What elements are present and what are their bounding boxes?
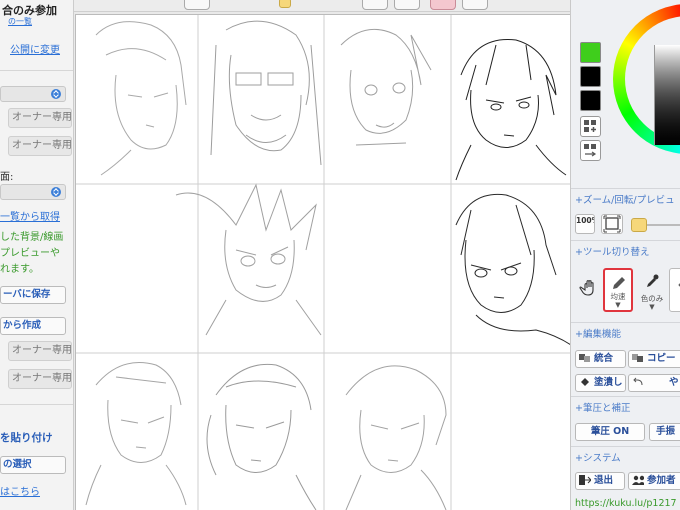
fit-screen-button[interactable] [601,214,623,234]
get-from-list-link[interactable]: 一覧から取得 [0,208,60,223]
owner-only-field-2: オーナー専用 [8,136,72,156]
sketch-grid [76,15,571,510]
make-public-link[interactable]: 公開に変更 [10,41,60,56]
divider [571,322,680,323]
drawing-canvas[interactable] [75,14,571,510]
app-root: 合のみ参加 の一覧 公開に変更 オーナー専用 オーナー専用 面: 一覧から取得 … [0,0,680,510]
sketch-face-6 [455,193,571,346]
undo-edit-button[interactable]: や [628,374,680,392]
sketch-face-8 [206,363,317,510]
sketch-face-3 [340,28,432,146]
setting-select-2[interactable] [0,184,66,200]
swap-grid-icon [584,144,597,157]
rotate-left-button[interactable] [184,0,210,10]
note-line-3: れます。 [0,264,39,275]
fill-label: 塗潰し [594,377,623,388]
users-icon [632,475,644,485]
color-swatch-black-2[interactable] [580,90,601,111]
eraser-tool[interactable]: 円 [669,268,680,312]
pressure-on-button[interactable]: 筆圧 ON [575,423,645,441]
play-button[interactable] [462,0,488,10]
merge-icon [579,353,590,362]
note-line-2: プレビューや [0,248,60,259]
merge-button[interactable]: 統合 [575,350,626,368]
pen-icon [613,277,625,289]
edit-section-header[interactable]: +編集機能 [575,326,621,340]
list-sublink[interactable]: の一覧 [8,16,32,27]
color-swatch-black-1[interactable] [580,66,601,87]
fill-button[interactable]: 塗潰し [575,374,626,392]
section-label: 面: [0,172,14,183]
owner-only-field-3: オーナー専用 [8,341,72,361]
room-url[interactable]: https://kuku.lu/p1217 [575,498,677,509]
sketch-face-4 [455,38,567,181]
copy-label: コピー [647,353,676,364]
undo-icon [633,377,643,385]
select-button[interactable]: の選択 [0,456,66,474]
divider [571,396,680,397]
add-grid-icon [584,120,596,132]
zoom-100-button[interactable]: 100% [575,214,595,234]
copy-icon [632,353,643,362]
color-indicator[interactable] [279,0,291,8]
note-line-1: した背景/線画 [0,232,64,243]
save-to-server-button[interactable]: ーバに保存 [0,286,66,304]
left-panel: 合のみ参加 の一覧 公開に変更 オーナー専用 オーナー専用 面: 一覧から取得 … [0,0,74,510]
right-panel: +ズーム/回転/プレビュ 100% +ツール切り替え 均速 ▼ 色のみ ▼ 円 … [570,0,680,510]
exit-icon [579,474,591,485]
saturation-value-picker[interactable] [654,45,680,145]
setting-select-1[interactable] [0,86,66,102]
chevron-down-icon: ▼ [649,303,655,311]
undo-edit-label: や [669,377,679,388]
owner-only-field-4: オーナー専用 [8,369,72,389]
top-toolbar [74,0,570,12]
click-here-link[interactable]: はこちら [0,483,40,498]
tool-section-header[interactable]: +ツール切り替え [575,244,649,258]
members-label: 参加者 [647,475,676,486]
chevron-updown-icon [51,187,61,197]
system-section-header[interactable]: +システム [575,450,621,464]
pen-tool[interactable]: 均速 ▼ [603,268,633,312]
tool-label: 円 [670,292,680,303]
zoom-section-header[interactable]: +ズーム/回転/プレビュ [575,192,675,206]
copy-button[interactable]: コピー [628,350,680,368]
hand-correction-button[interactable]: 手振 [649,423,680,441]
divider [0,404,73,405]
pressure-section-header[interactable]: +筆圧と補正 [575,400,630,414]
smile-button[interactable] [394,0,420,10]
undo-button[interactable] [362,0,388,10]
sketch-face-7 [85,362,187,506]
chevron-updown-icon [51,89,61,99]
eyedropper-icon [647,274,659,287]
hand-icon [579,280,594,296]
divider [571,446,680,447]
clear-button[interactable] [430,0,456,10]
sketch-face-1 [95,21,187,176]
sketch-face-9 [345,365,447,510]
swap-swatch-button[interactable] [580,140,601,161]
chevron-down-icon: ▼ [615,301,621,309]
hand-tool[interactable] [575,268,605,312]
paint-bucket-icon [581,377,589,386]
eyedropper-tool[interactable]: 色のみ ▼ [637,268,667,312]
divider [571,188,680,189]
color-swatch-green[interactable] [580,42,601,63]
owner-only-field-1: オーナー専用 [8,108,72,128]
exit-label: 退出 [594,475,614,486]
members-button[interactable]: 参加者 [628,472,680,490]
add-swatch-button[interactable] [580,116,601,137]
fit-screen-icon [603,215,621,233]
paste-heading: を貼り付け [0,432,53,444]
divider [571,240,680,241]
create-from-button[interactable]: から作成 [0,317,66,335]
sketch-face-2 [210,20,322,166]
zoom-slider-track[interactable] [647,224,680,226]
divider [0,70,73,71]
exit-button[interactable]: 退出 [575,472,625,490]
eraser-icon [678,283,680,287]
merge-label: 統合 [594,353,614,364]
zoom-slider-handle[interactable] [631,218,647,232]
